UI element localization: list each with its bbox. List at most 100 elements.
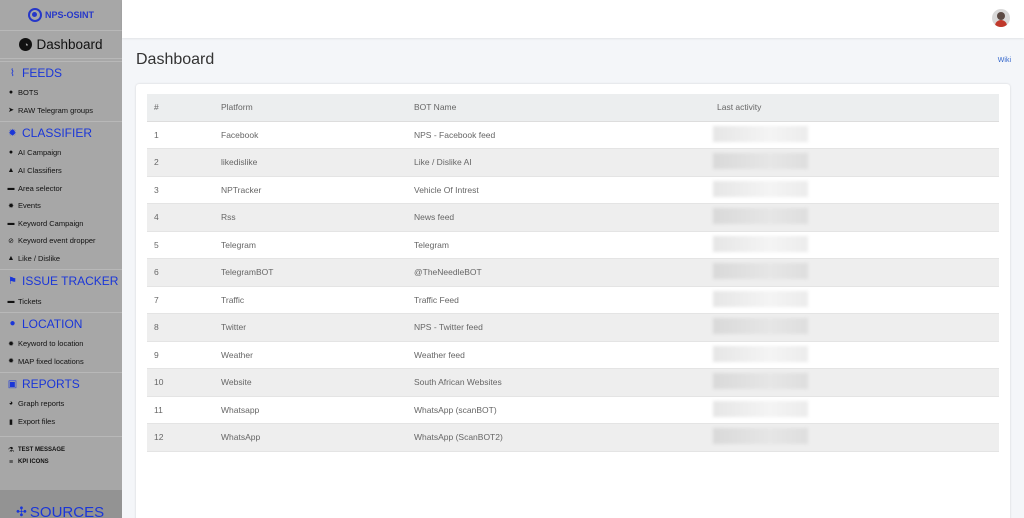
file-icon: ▮ (9, 418, 13, 426)
sidebar-item-bots[interactable]: ● BOTS (0, 84, 122, 102)
sidebar-item-label: AI Classifiers (18, 166, 62, 176)
redacted-value (713, 125, 808, 142)
sources-label: SOURCES (29, 503, 105, 518)
sources-section: ✣ SOURCES (0, 490, 122, 518)
sidebar-item-dashboard[interactable]: ◔ Dashboard (0, 30, 122, 59)
sidebar-item-graph-reports[interactable]: ◕ Graph reports (0, 395, 122, 413)
cell-bot-name: Like / Dislike AI (414, 148, 717, 177)
cell-last-activity (713, 176, 999, 204)
col-index[interactable]: # (147, 94, 221, 122)
section-title: CLASSIFIER (22, 126, 93, 141)
section-feeds[interactable]: ⌇ FEEDS (0, 61, 122, 84)
table-row[interactable]: 12 WhatsApp WhatsApp (ScanBOT2) (147, 423, 999, 452)
redacted-value (713, 208, 808, 225)
table-row[interactable]: 1 Facebook NPS - Facebook feed (147, 121, 999, 149)
cell-platform: TelegramBOT (221, 258, 414, 287)
redacted-value (713, 373, 808, 390)
cell-platform: Facebook (221, 121, 414, 149)
table-row[interactable]: 3 NPTracker Vehicle Of Intrest (147, 176, 999, 204)
telegram-icon: ➤ (8, 107, 14, 115)
cell-last-activity (713, 258, 999, 287)
cell-platform: Whatsapp (221, 396, 414, 424)
cell-last-activity (713, 423, 999, 452)
top-bar (122, 0, 1024, 38)
cell-last-activity (713, 121, 999, 149)
wiki-link[interactable]: Wiki (998, 57, 1011, 64)
cell-platform: Website (221, 368, 414, 397)
col-bot-name[interactable]: BOT Name (414, 94, 717, 122)
table-row[interactable]: 10 Website South African Websites (147, 368, 999, 397)
sidebar-item-map-fixed-locations[interactable]: ✹ MAP fixed locations (0, 353, 122, 371)
area-icon: ▬ (7, 184, 15, 192)
pie-icon: ◕ (8, 400, 14, 408)
sidebar-item-events[interactable]: ✸ Events (0, 197, 122, 215)
table-row[interactable]: 8 Twitter NPS - Twitter feed (147, 313, 999, 342)
cell-last-activity (713, 396, 999, 424)
cell-platform: likedislike (221, 148, 414, 177)
table-row[interactable]: 6 TelegramBOT @TheNeedleBOT (147, 258, 999, 287)
col-last-activity[interactable]: Last activity (717, 94, 999, 122)
section-title: FEEDS (22, 66, 63, 80)
briefcase-icon: ▬ (7, 219, 15, 227)
bots-card: # Platform BOT Name Last activity 1 Faceb… (136, 84, 1010, 518)
sidebar-extras: ⚗ TEST MESSAGE ≡ KPI ICONS (0, 436, 122, 468)
sidebar-sections: ⌇ FEEDS ● BOTS ➤ RAW Telegram groups ✹ CLASSIFI… (0, 61, 122, 430)
sidebar-item-ai-classifiers[interactable]: ▲ AI Classifiers (0, 162, 122, 180)
cell-last-activity (713, 313, 999, 342)
table-row[interactable]: 2 likedislike Like / Dislike AI (147, 148, 999, 177)
map-pin-icon: ● (9, 318, 16, 330)
sidebar-item-label: KPI ICONS (18, 459, 49, 466)
section-issue-tracker[interactable]: ⚑ ISSUE TRACKER (0, 269, 122, 292)
sidebar-item-keyword-event-dropper[interactable]: ⊘ Keyword event dropper (0, 232, 122, 250)
user-avatar[interactable] (992, 9, 1010, 27)
sidebar-item-label: Export files (18, 417, 56, 427)
cell-index: 9 (147, 341, 221, 369)
sidebar-item-sources[interactable]: ✣ SOURCES (0, 490, 122, 518)
sidebar-item-area-selector[interactable]: ▬ Area selector (0, 179, 122, 197)
section-classifier[interactable]: ✹ CLASSIFIER (0, 121, 122, 144)
cell-platform: Rss (221, 203, 414, 232)
sidebar-item-label: Graph reports (18, 399, 65, 409)
sidebar-item-like-dislike[interactable]: ▲ Like / Dislike (0, 250, 122, 268)
cell-last-activity (713, 148, 999, 177)
gear-icon: ✹ (8, 358, 14, 366)
puzzle-icon: ✣ (16, 504, 27, 518)
redacted-value (713, 290, 808, 307)
section-title: LOCATION (22, 316, 83, 331)
cell-bot-name: Weather feed (414, 341, 717, 369)
section-title: ISSUE TRACKER (22, 274, 119, 289)
slash-icon: ⊘ (8, 237, 14, 245)
sidebar-item-keyword-to-location[interactable]: ✹ Keyword to location (0, 335, 122, 353)
brain-icon: ● (8, 149, 14, 157)
sidebar-item-test-message[interactable]: ⚗ TEST MESSAGE (0, 444, 122, 456)
table-body: 1 Facebook NPS - Facebook feed 2 likedislike… (147, 121, 999, 452)
page-title: Dashboard (136, 51, 215, 68)
cell-last-activity (713, 368, 999, 397)
table-row[interactable]: 7 Traffic Traffic Feed (147, 286, 999, 314)
cell-index: 5 (147, 231, 221, 259)
section-location[interactable]: ● LOCATION (0, 311, 122, 335)
sidebar-item-keyword-campaign[interactable]: ▬ Keyword Campaign (0, 215, 122, 233)
sidebar-item-export-files[interactable]: ▮ Export files (0, 413, 122, 431)
col-platform[interactable]: Platform (221, 94, 414, 122)
table-row[interactable]: 9 Weather Weather feed (147, 341, 999, 369)
cell-bot-name: South African Websites (414, 368, 717, 397)
section-reports[interactable]: ▣ REPORTS (0, 372, 122, 395)
sidebar-item-label: Keyword to location (18, 339, 84, 349)
sidebar-item-ai-campaign[interactable]: ● AI Campaign (0, 144, 122, 162)
sidebar-item-label: Keyword event dropper (18, 236, 96, 246)
sidebar-item-label: AI Campaign (18, 148, 62, 158)
cell-bot-name: Vehicle Of Intrest (414, 176, 717, 204)
sidebar-item-kpi-icons[interactable]: ≡ KPI ICONS (0, 456, 122, 468)
sidebar-item-raw-telegram-groups[interactable]: ➤ RAW Telegram groups (0, 102, 122, 120)
logo[interactable]: NPS-OSINT (0, 0, 122, 30)
cell-bot-name: News feed (414, 203, 717, 232)
sidebar: NPS-OSINT ◔ Dashboard ⌇ FEEDS ● BOTS ➤ RAW Te… (0, 0, 122, 518)
cell-platform: Traffic (221, 286, 414, 314)
table-row[interactable]: 4 Rss News feed (147, 203, 999, 232)
sidebar-item-tickets[interactable]: ▬ Tickets (0, 292, 122, 310)
cell-last-activity (713, 203, 999, 232)
table-row[interactable]: 5 Telegram Telegram (147, 231, 999, 259)
sidebar-item-label: BOTS (18, 88, 39, 98)
table-row[interactable]: 11 Whatsapp WhatsApp (scanBOT) (147, 396, 999, 424)
